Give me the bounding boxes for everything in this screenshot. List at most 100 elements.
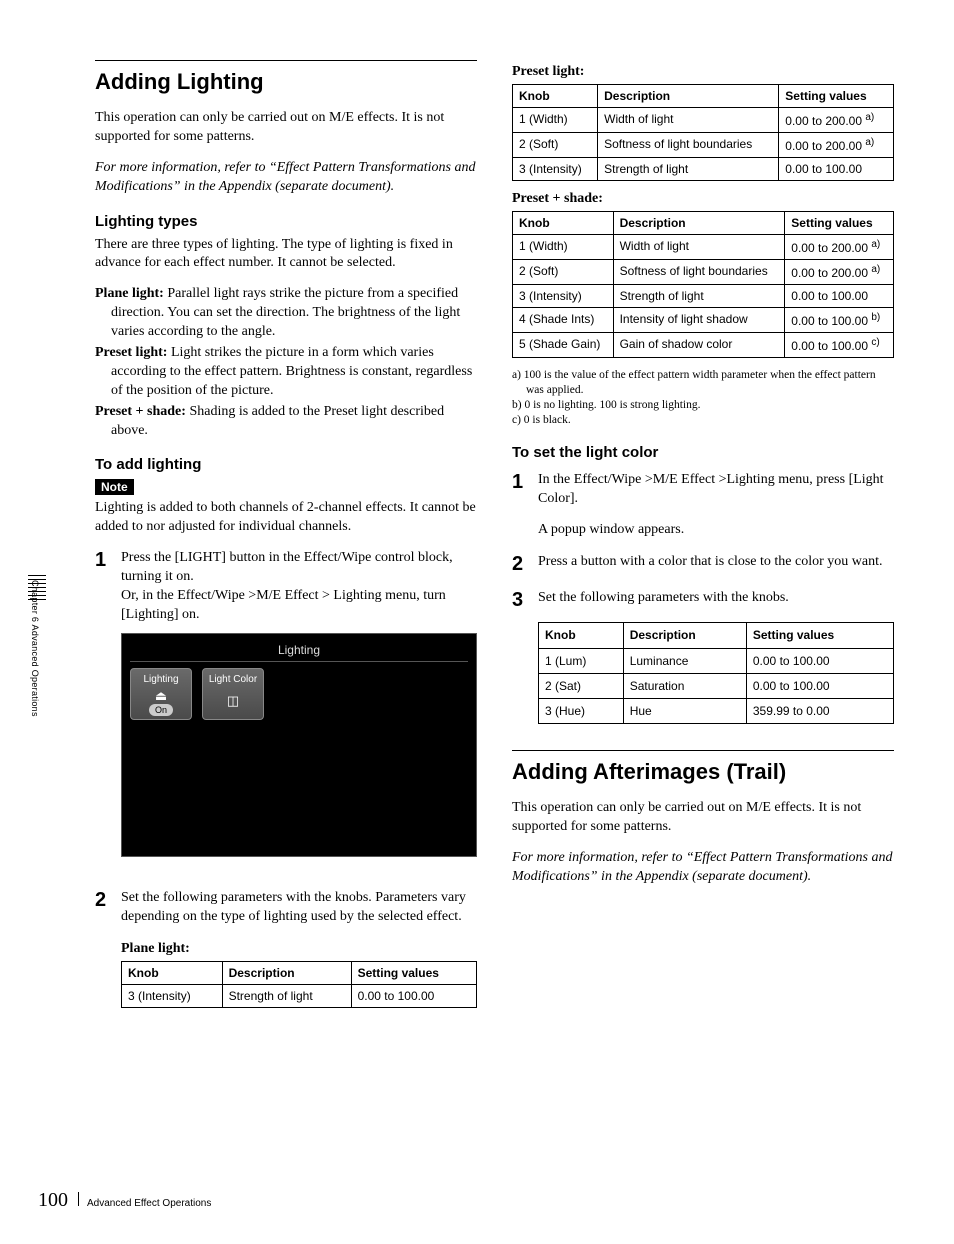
cell-knob: 5 (Shade Gain) xyxy=(513,333,614,358)
def-desc: Parallel light rays strike the picture f… xyxy=(111,286,460,339)
cell-knob: 3 (Intensity) xyxy=(513,158,598,181)
cell-desc: Strength of light xyxy=(613,285,785,308)
table-header-row: Knob Description Setting values xyxy=(539,623,894,648)
cell-desc: Gain of shadow color xyxy=(613,333,785,358)
def-term: Preset + shade: xyxy=(95,404,186,419)
footnote-ref: a) xyxy=(871,264,880,275)
cell-knob: 4 (Shade Ints) xyxy=(513,308,614,333)
table-row: 4 (Shade Ints)Intensity of light shadow0… xyxy=(513,308,894,333)
step-1: 1 In the Effect/Wipe >M/E Effect >Lighti… xyxy=(512,471,894,540)
cell-knob: 1 (Width) xyxy=(513,235,614,260)
light-color-steps: 1 In the Effect/Wipe >M/E Effect >Lighti… xyxy=(512,471,894,734)
footnote-ref: a) xyxy=(865,112,874,123)
table-row: 2 (Sat)Saturation0.00 to 100.00 xyxy=(539,673,894,698)
step-number: 1 xyxy=(512,471,538,493)
cell-desc: Hue xyxy=(623,698,746,723)
note-badge: Note xyxy=(95,479,134,495)
def-term: Plane light: xyxy=(95,286,164,301)
footnote-ref: a) xyxy=(865,137,874,148)
step-body: Press the [LIGHT] button in the Effect/W… xyxy=(121,549,477,875)
cell-knob: 2 (Soft) xyxy=(513,260,614,285)
step-body: Set the following parameters with the kn… xyxy=(121,889,477,927)
on-indicator: On xyxy=(149,704,173,716)
light-color-table: Knob Description Setting values 1 (Lum)L… xyxy=(538,622,894,724)
step-result: A popup window appears. xyxy=(538,521,894,540)
def-preset-shade: Preset + shade: Shading is added to the … xyxy=(95,403,477,441)
section-rule xyxy=(512,750,894,751)
cell-desc: Luminance xyxy=(623,648,746,673)
table-caption-plane: Plane light: xyxy=(121,941,477,957)
cell-values: 0.00 to 200.00 a) xyxy=(779,133,894,158)
step-body: Press a button with a color that is clos… xyxy=(538,553,894,572)
th-knob: Knob xyxy=(122,961,223,984)
ui-button-label: Lighting xyxy=(143,673,178,687)
cell-desc: Width of light xyxy=(613,235,785,260)
step-number: 1 xyxy=(95,549,121,571)
step-number: 3 xyxy=(512,589,538,611)
cell-values: 359.99 to 0.00 xyxy=(746,698,893,723)
th-knob: Knob xyxy=(513,212,614,235)
cell-values: 0.00 to 100.00 xyxy=(746,648,893,673)
table-header-row: Knob Description Setting values xyxy=(513,212,894,235)
cell-values: 0.00 to 100.00 xyxy=(351,984,476,1007)
cell-desc: Intensity of light shadow xyxy=(613,308,785,333)
lighting-button[interactable]: Lighting ⏏ On xyxy=(130,668,192,720)
cell-knob: 1 (Width) xyxy=(513,108,598,133)
section-rule xyxy=(95,60,477,61)
cell-knob: 3 (Intensity) xyxy=(122,984,223,1007)
footnote-ref: c) xyxy=(871,337,879,348)
light-color-heading: To set the light color xyxy=(512,444,894,461)
cell-values: 0.00 to 100.00 xyxy=(779,158,894,181)
ui-button-label: Light Color xyxy=(209,673,257,687)
table-row: 1 (Width)Width of light0.00 to 200.00 a) xyxy=(513,235,894,260)
table-header-row: Knob Description Setting values xyxy=(122,961,477,984)
cell-values: 0.00 to 100.00 b) xyxy=(785,308,894,333)
cell-values: 0.00 to 200.00 a) xyxy=(785,260,894,285)
cell-knob: 3 (Intensity) xyxy=(513,285,614,308)
th-desc: Description xyxy=(222,961,351,984)
footnote-ref: b) xyxy=(871,312,880,323)
th-desc: Description xyxy=(598,85,779,108)
footnote-ref: a) xyxy=(871,239,880,250)
step-body: Set the following parameters with the kn… xyxy=(538,589,894,734)
th-values: Setting values xyxy=(779,85,894,108)
lighting-types-heading: Lighting types xyxy=(95,213,477,230)
section-title-adding-lighting: Adding Lighting xyxy=(95,69,477,95)
th-desc: Description xyxy=(613,212,785,235)
table-header-row: Knob Description Setting values xyxy=(513,85,894,108)
def-plane-light: Plane light: Parallel light rays strike … xyxy=(95,285,477,342)
afterimages-intro: This operation can only be carried out o… xyxy=(512,799,894,837)
ui-panel-title: Lighting xyxy=(130,642,468,662)
preset-shade-table: Knob Description Setting values 1 (Width… xyxy=(512,211,894,358)
cell-values: 0.00 to 100.00 c) xyxy=(785,333,894,358)
plane-light-table: Knob Description Setting values 3 (Inten… xyxy=(121,961,477,1008)
step-text: Set the following parameters with the kn… xyxy=(121,890,466,924)
footnote-c: c) 0 is black. xyxy=(512,413,894,428)
table-row: 3 (Intensity)Strength of light0.00 to 10… xyxy=(513,158,894,181)
ui-button-row: Lighting ⏏ On Light Color ◫ xyxy=(130,668,468,848)
note-text: Lighting is added to both channels of 2-… xyxy=(95,499,477,537)
popup-icon: ◫ xyxy=(227,692,239,710)
lighting-definitions: Plane light: Parallel light rays strike … xyxy=(95,285,477,440)
side-chapter-tab: Chapter 6 Advanced Operations xyxy=(30,580,40,717)
def-term: Preset light: xyxy=(95,345,167,360)
right-column: Preset light: Knob Description Setting v… xyxy=(512,60,894,1018)
step-text-alt: Or, in the Effect/Wipe >M/E Effect > Lig… xyxy=(121,588,446,622)
step-text: Set the following parameters with the kn… xyxy=(538,590,789,605)
light-color-button[interactable]: Light Color ◫ xyxy=(202,668,264,720)
page-number: 100 xyxy=(38,1189,68,1212)
cell-desc: Softness of light boundaries xyxy=(613,260,785,285)
two-column-layout: Adding Lighting This operation can only … xyxy=(95,60,894,1018)
th-desc: Description xyxy=(623,623,746,648)
table-row: 3 (Hue)Hue359.99 to 0.00 xyxy=(539,698,894,723)
th-knob: Knob xyxy=(539,623,624,648)
cell-desc: Softness of light boundaries xyxy=(598,133,779,158)
cell-knob: 2 (Sat) xyxy=(539,673,624,698)
step-1: 1 Press the [LIGHT] button in the Effect… xyxy=(95,549,477,875)
th-knob: Knob xyxy=(513,85,598,108)
intro-paragraph: This operation can only be carried out o… xyxy=(95,109,477,147)
section-title-afterimages: Adding Afterimages (Trail) xyxy=(512,759,894,785)
step-number: 2 xyxy=(512,553,538,575)
left-column: Adding Lighting This operation can only … xyxy=(95,60,477,1018)
footer-section-name: Advanced Effect Operations xyxy=(87,1198,211,1209)
